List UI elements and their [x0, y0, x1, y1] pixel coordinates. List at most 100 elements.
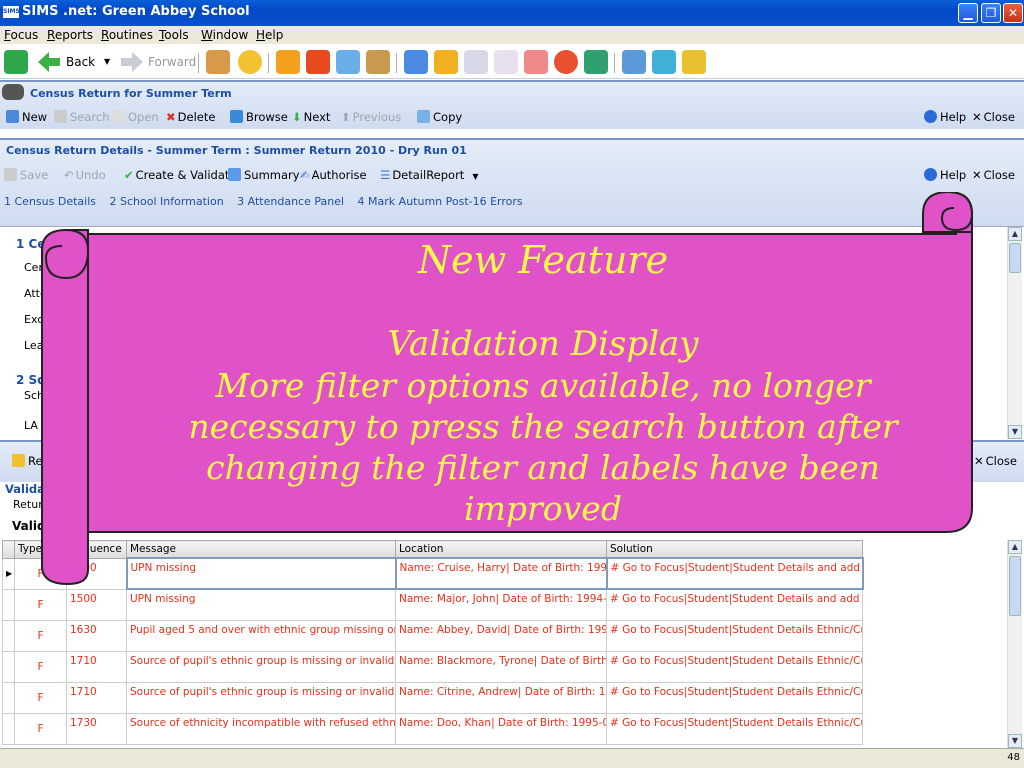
menu-routines[interactable]: Routines	[101, 28, 153, 42]
message-cell[interactable]: Pupil aged 5 and over with ethnic group …	[126, 619, 396, 652]
group-icon[interactable]	[524, 50, 548, 74]
status-bar: 48	[0, 748, 1024, 768]
sequence-cell[interactable]: 1630	[66, 619, 127, 652]
previous-button: ⬆ Previous	[341, 110, 402, 124]
details-help-button[interactable]: Help	[924, 168, 966, 182]
scroll-down-icon[interactable]: ▼	[1008, 734, 1022, 748]
previous-arrow-icon: ⬆	[341, 110, 351, 124]
validation-close-button[interactable]: ✕ Close	[974, 454, 1017, 468]
table-row[interactable]: F 1500 UPN missing Name: Major, John| Date …	[2, 588, 863, 621]
minimize-button[interactable]: ▁	[958, 3, 978, 23]
chart-icon[interactable]	[404, 50, 428, 74]
browse-button[interactable]: Browse	[230, 110, 288, 124]
next-arrow-icon: ⬇	[292, 110, 302, 124]
type-cell[interactable]: F	[14, 619, 67, 652]
location-cell[interactable]: Name: Citrine, Andrew| Date of Birth: 19	[395, 681, 607, 714]
census-close-button[interactable]: ✕ Close	[972, 110, 1015, 124]
contact-icon[interactable]	[336, 50, 360, 74]
menu-reports[interactable]: Reports	[47, 28, 93, 42]
close-icon: ✕	[972, 168, 982, 182]
dropdown-icon: ▼	[472, 172, 479, 181]
census-details-title: Census Return Details - Summer Term : Su…	[6, 144, 467, 157]
solution-cell[interactable]: # Go to Focus|Student|Student Details Et…	[606, 681, 863, 714]
upper-scrollbar[interactable]: ▲ ▼	[1007, 227, 1022, 439]
location-cell[interactable]: Name: Blackmore, Tyrone| Date of Birth:	[395, 650, 607, 683]
census-help-button[interactable]: Help	[924, 110, 966, 124]
undo-button: ↶ Undo	[64, 168, 106, 182]
printer-icon	[12, 454, 25, 467]
solution-cell[interactable]: # Go to Focus|Student|Student Details Et…	[606, 650, 863, 683]
refresh-icon[interactable]	[652, 50, 676, 74]
restore-button[interactable]: ❐	[981, 3, 1001, 23]
flag-icon[interactable]	[306, 50, 330, 74]
staff-icon[interactable]	[366, 50, 390, 74]
clock-icon[interactable]	[554, 50, 578, 74]
open-icon	[112, 110, 125, 123]
next-button[interactable]: ⬇ Next	[292, 110, 330, 124]
sequence-cell[interactable]: 1730	[66, 712, 127, 745]
person-icon[interactable]	[238, 50, 262, 74]
message-cell[interactable]: Source of pupil's ethnic group is missin…	[126, 650, 396, 683]
menu-help[interactable]: Help	[256, 28, 283, 42]
search-icon	[54, 110, 67, 123]
type-cell[interactable]: F	[14, 650, 67, 683]
summary-icon	[228, 168, 241, 181]
import-icon[interactable]	[682, 50, 706, 74]
table-row[interactable]: F 1710 Source of pupil's ethnic group is m…	[2, 681, 863, 714]
table-row[interactable]: F 1730 Source of ethnicity incompatible wi…	[2, 712, 863, 745]
table-row[interactable]: F 1710 Source of pupil's ethnic group is m…	[2, 650, 863, 683]
scroll-thumb[interactable]	[1009, 243, 1021, 273]
solution-cell[interactable]: # Go to Focus|Student|Student Details an…	[606, 588, 863, 621]
location-cell[interactable]: Name: Major, John| Date of Birth: 1994-1	[395, 588, 607, 621]
sequence-cell[interactable]: 1500	[66, 588, 127, 621]
callout-heading: New Feature	[417, 238, 669, 282]
scroll-up-icon[interactable]: ▲	[1008, 227, 1022, 241]
folder-icon[interactable]	[276, 50, 300, 74]
transfer-icon[interactable]	[622, 50, 646, 74]
save-button: Save	[4, 168, 48, 182]
message-cell[interactable]: Source of ethnicity incompatible with re…	[126, 712, 396, 745]
type-cell[interactable]: F	[14, 588, 67, 621]
grid-scrollbar[interactable]: ▲ ▼	[1007, 540, 1022, 748]
students-icon[interactable]	[206, 50, 230, 74]
type-cell[interactable]: F	[14, 712, 67, 745]
location-cell[interactable]: Name: Doo, Khan| Date of Birth: 1995-03	[395, 712, 607, 745]
scroll-thumb[interactable]	[1009, 556, 1021, 616]
solution-cell[interactable]: # Go to Focus|Student|Student Details Et…	[606, 619, 863, 652]
authorise-button[interactable]: ✍ Authorise	[300, 168, 367, 182]
details-close-button[interactable]: ✕ Close	[972, 168, 1015, 182]
scroll-up-icon[interactable]: ▲	[1008, 540, 1022, 554]
menu-tools[interactable]: Tools	[159, 28, 189, 42]
location-cell[interactable]: Name: Abbey, David| Date of Birth: 1995	[395, 619, 607, 652]
switch-icon[interactable]	[4, 50, 28, 74]
back-arrow-icon[interactable]	[38, 52, 60, 72]
copy-button[interactable]: Copy	[417, 110, 462, 124]
close-window-button[interactable]: ✕	[1003, 3, 1023, 23]
sequence-cell[interactable]: 1710	[66, 681, 127, 714]
type-cell[interactable]: F	[14, 681, 67, 714]
callout-body: More filter options available, no longer…	[188, 366, 898, 528]
exchange-icon[interactable]	[584, 50, 608, 74]
message-cell[interactable]: UPN missing	[126, 588, 396, 621]
detail-report-button[interactable]: ☰ DetailReport ▼	[380, 168, 478, 182]
new-button[interactable]: New	[6, 110, 47, 124]
message-cell[interactable]: Source of pupil's ethnic group is missin…	[126, 681, 396, 714]
report-icon[interactable]	[434, 50, 458, 74]
back-button[interactable]: Back	[66, 55, 95, 69]
solution-cell[interactable]: # Go to Focus|Student|Student Details Et…	[606, 712, 863, 745]
edit-icon[interactable]	[494, 50, 518, 74]
back-dropdown-icon[interactable]: ▼	[104, 57, 110, 66]
menu-focus[interactable]: Focus	[4, 28, 38, 42]
row-indicator	[2, 650, 15, 683]
summary-button[interactable]: Summary	[228, 168, 300, 182]
create-validate-button[interactable]: ✔ Create & Validate	[124, 168, 236, 182]
copy-icon	[417, 110, 430, 123]
menu-window[interactable]: Window	[201, 28, 248, 42]
document-icon[interactable]	[464, 50, 488, 74]
search-button: Search	[54, 110, 110, 124]
scroll-down-icon[interactable]: ▼	[1008, 425, 1022, 439]
sequence-cell[interactable]: 1710	[66, 650, 127, 683]
table-row[interactable]: F 1630 Pupil aged 5 and over with ethnic g…	[2, 619, 863, 652]
delete-button[interactable]: ✖ Delete	[166, 110, 215, 124]
undo-icon: ↶	[64, 168, 74, 182]
